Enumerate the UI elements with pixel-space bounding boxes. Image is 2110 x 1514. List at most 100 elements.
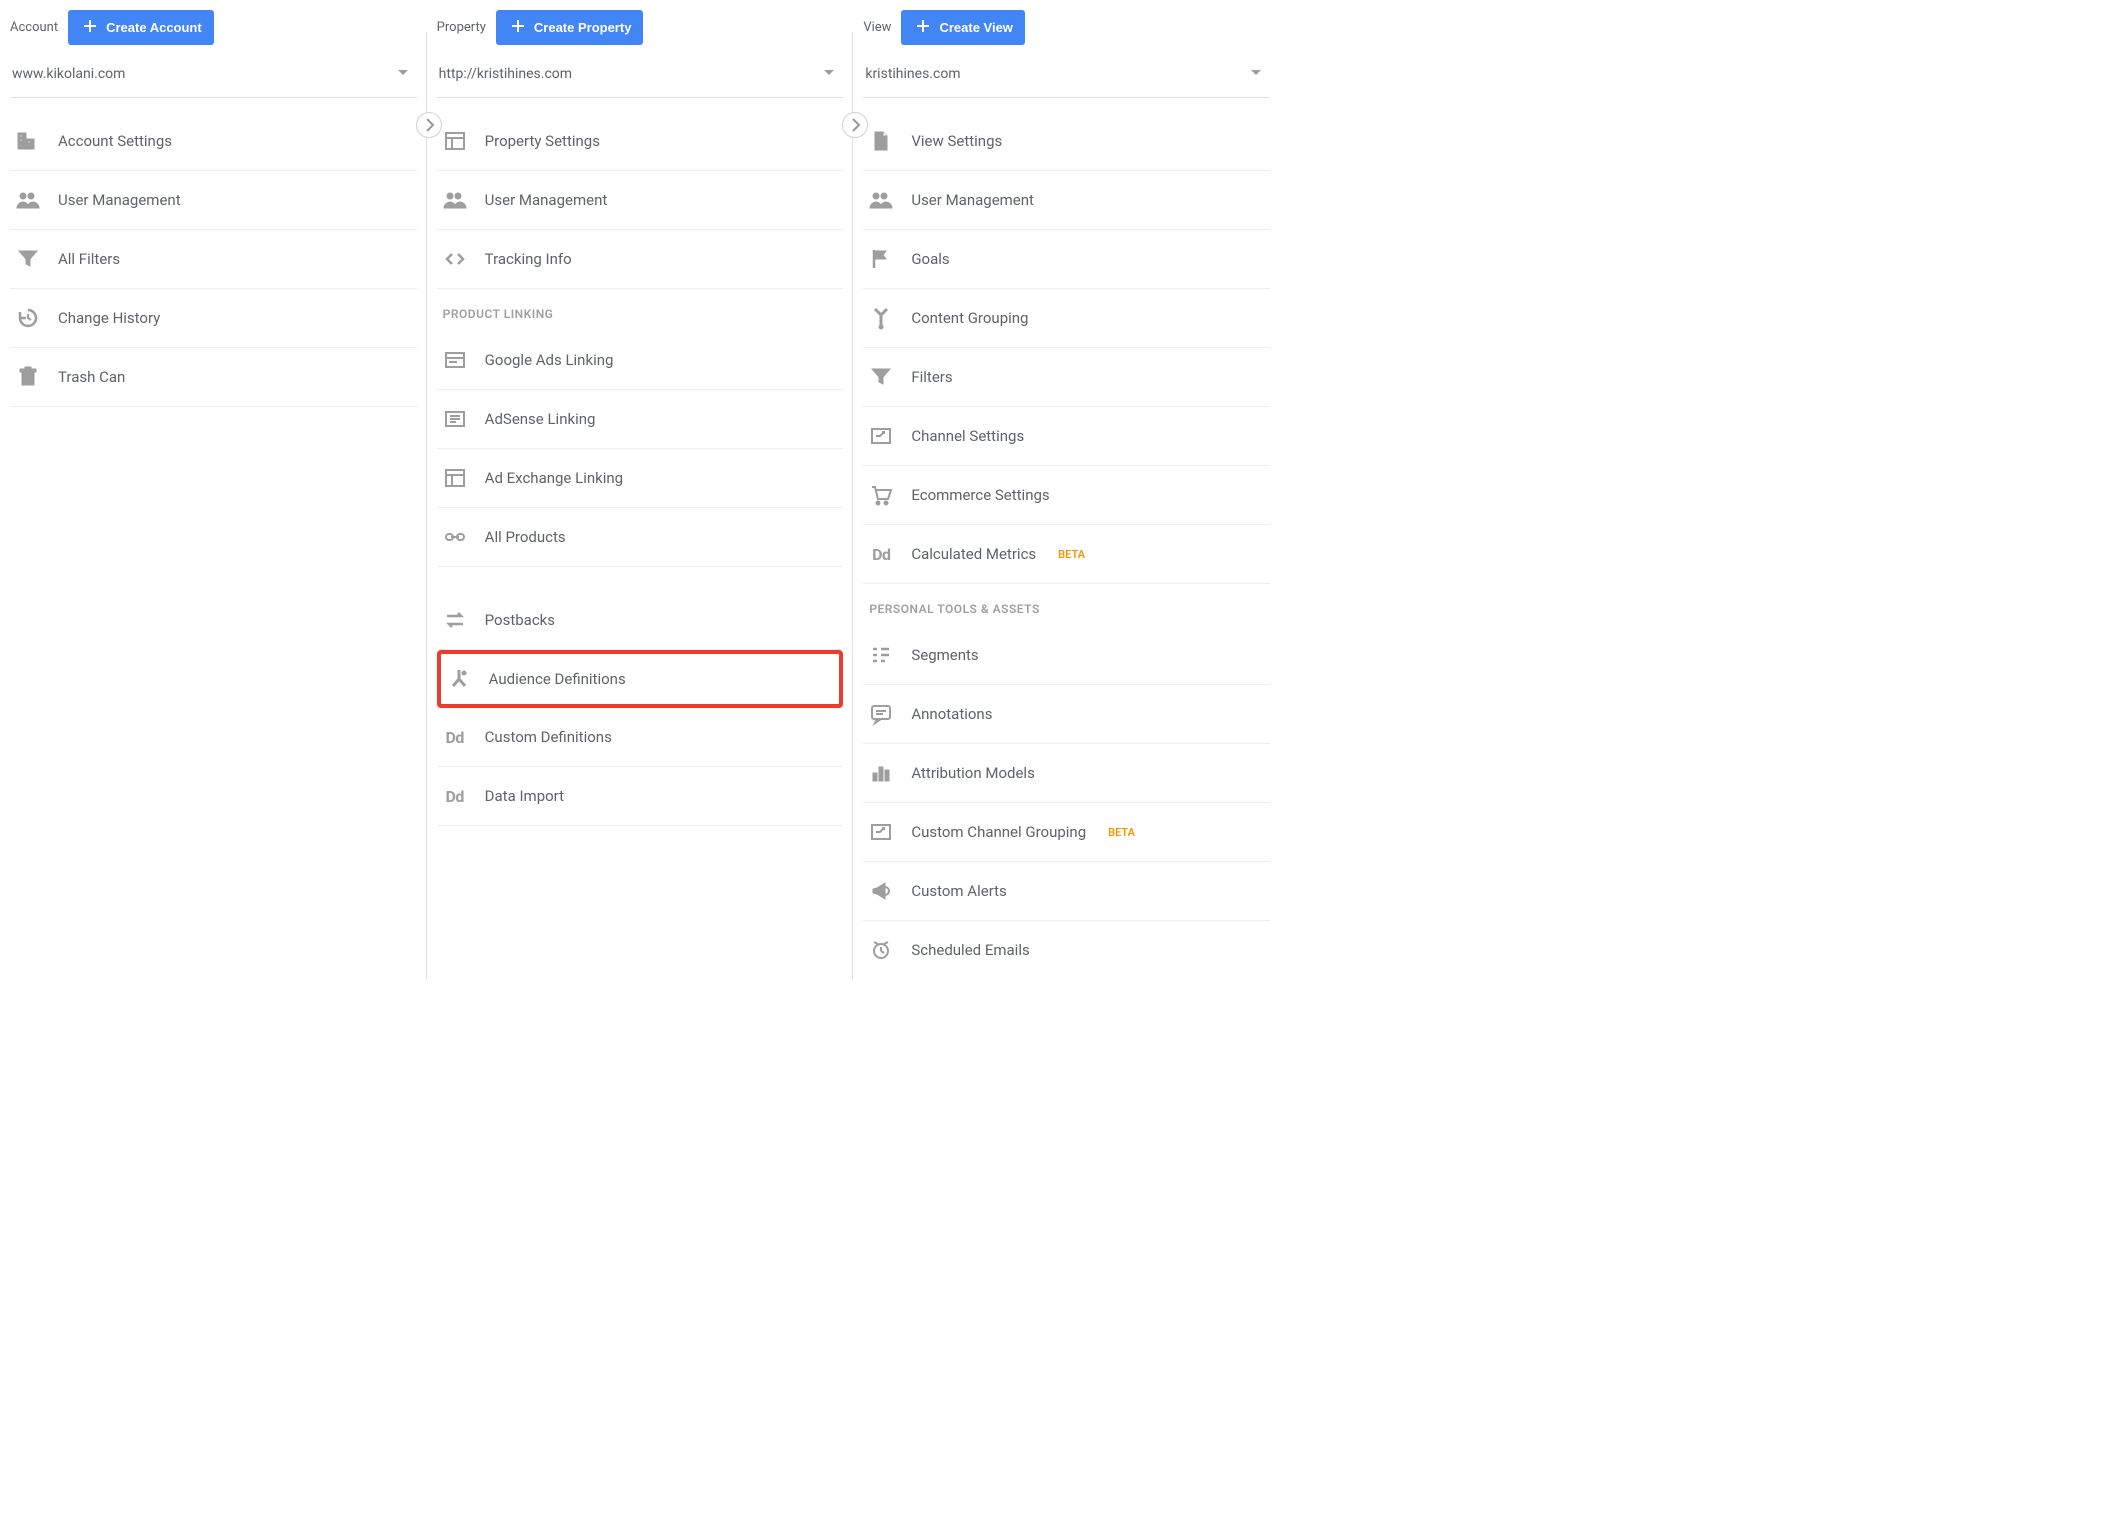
view-selector[interactable]: kristihines.com — [863, 51, 1270, 98]
create-property-label: Create Property — [534, 20, 632, 35]
plus-icon — [80, 16, 100, 39]
menu-item-label: User Management — [485, 191, 608, 209]
menu-item-label: Tracking Info — [485, 250, 572, 268]
menu-item-custom-channel-grouping[interactable]: Custom Channel Grouping BETA — [863, 803, 1270, 862]
merge-icon — [869, 307, 893, 329]
segments-icon — [869, 644, 893, 666]
product-linking-menu: Google Ads Linking AdSense Linking Ad Exch… — [437, 331, 844, 567]
menu-item-label: All Filters — [58, 250, 120, 268]
menu-item-filters[interactable]: Filters — [863, 348, 1270, 407]
property-selector[interactable]: http://kristihines.com — [437, 51, 844, 98]
menu-item-custom-definitions[interactable]: DdCustom Definitions — [437, 708, 844, 767]
people-icon — [869, 189, 893, 211]
account-selected: www.kikolani.com — [12, 66, 125, 82]
menu-item-scheduled-emails[interactable]: Scheduled Emails — [863, 921, 1270, 979]
menu-item-property-user-management[interactable]: User Management — [437, 171, 844, 230]
create-property-button[interactable]: Create Property — [496, 10, 644, 45]
menu-item-all-filters[interactable]: All Filters — [10, 230, 417, 289]
funnel-icon — [16, 248, 40, 270]
megaphone-icon — [869, 880, 893, 902]
menu-item-annotations[interactable]: Annotations — [863, 685, 1270, 744]
menu-item-label: Custom Channel Grouping — [911, 823, 1086, 841]
account-selector[interactable]: www.kikolani.com — [10, 51, 417, 98]
layout-icon — [443, 130, 467, 152]
link-icon — [443, 526, 467, 548]
caret-down-icon — [819, 62, 839, 86]
channel-icon — [869, 821, 893, 843]
clock-icon — [869, 939, 893, 961]
menu-item-label: Scheduled Emails — [911, 941, 1029, 959]
create-account-label: Create Account — [106, 20, 202, 35]
menu-item-ecommerce-settings[interactable]: Ecommerce Settings — [863, 466, 1270, 525]
menu-item-property-settings[interactable]: Property Settings — [437, 112, 844, 171]
menu-item-tracking-info[interactable]: Tracking Info — [437, 230, 844, 289]
menu-item-label: Postbacks — [485, 611, 555, 629]
menu-item-change-history[interactable]: Change History — [10, 289, 417, 348]
menu-item-label: Channel Settings — [911, 427, 1024, 445]
create-view-button[interactable]: Create View — [901, 10, 1024, 45]
history-icon — [16, 307, 40, 329]
menu-item-ad-exchange-linking[interactable]: Ad Exchange Linking — [437, 449, 844, 508]
menu-item-attribution-models[interactable]: Attribution Models — [863, 744, 1270, 803]
menu-item-adsense-linking[interactable]: AdSense Linking — [437, 390, 844, 449]
account-menu: Account Settings User Management All Filte… — [10, 98, 417, 407]
layout-icon — [443, 467, 467, 489]
menu-item-label: User Management — [58, 191, 181, 209]
menu-item-google-ads-linking[interactable]: Google Ads Linking — [437, 331, 844, 390]
menu-item-account-user-management[interactable]: User Management — [10, 171, 417, 230]
product-linking-header: PRODUCT LINKING — [437, 289, 844, 331]
view-title: View — [863, 20, 891, 35]
dd-icon: Dd — [869, 543, 893, 565]
menu-item-label: All Products — [485, 528, 566, 546]
menu-item-label: Change History — [58, 309, 160, 327]
menu-item-label: Ad Exchange Linking — [485, 469, 623, 487]
people-icon — [443, 189, 467, 211]
menu-item-label: Filters — [911, 368, 952, 386]
plus-icon — [508, 16, 528, 39]
ads-icon — [443, 349, 467, 371]
dd-icon: Dd — [443, 785, 467, 807]
menu-item-view-user-management[interactable]: User Management — [863, 171, 1270, 230]
menu-item-custom-alerts[interactable]: Custom Alerts — [863, 862, 1270, 921]
menu-item-segments[interactable]: Segments — [863, 626, 1270, 685]
menu-item-label: Annotations — [911, 705, 992, 723]
split-icon — [447, 668, 471, 690]
property-column: Property Create Property http://kristihi… — [427, 0, 854, 979]
channel-icon — [869, 425, 893, 447]
menu-item-label: Goals — [911, 250, 949, 268]
menu-item-calculated-metrics[interactable]: DdCalculated MetricsBETA — [863, 525, 1270, 584]
menu-item-label: Property Settings — [485, 132, 600, 150]
menu-item-audience-definitions[interactable]: Audience Definitions — [437, 650, 844, 708]
menu-item-label: Content Grouping — [911, 309, 1028, 327]
plus-icon — [913, 16, 933, 39]
menu-item-label: Attribution Models — [911, 764, 1034, 782]
menu-item-postbacks[interactable]: Postbacks — [437, 591, 844, 650]
menu-item-data-import[interactable]: DdData Import — [437, 767, 844, 826]
trash-icon — [16, 366, 40, 388]
menu-item-label: Google Ads Linking — [485, 351, 614, 369]
account-column: Account Create Account www.kikolani.com … — [0, 0, 427, 979]
menu-item-channel-settings[interactable]: Channel Settings — [863, 407, 1270, 466]
menu-item-trash-can[interactable]: Trash Can — [10, 348, 417, 407]
swap-icon — [443, 609, 467, 631]
cart-icon — [869, 484, 893, 506]
menu-item-goals[interactable]: Goals — [863, 230, 1270, 289]
flag-icon — [869, 248, 893, 270]
menu-item-content-grouping[interactable]: Content Grouping — [863, 289, 1270, 348]
account-title: Account — [10, 20, 58, 35]
menu-item-label: Trash Can — [58, 368, 125, 386]
menu-item-label: AdSense Linking — [485, 410, 596, 428]
building-icon — [16, 130, 40, 152]
menu-item-view-settings[interactable]: View Settings — [863, 112, 1270, 171]
todo-icon — [443, 408, 467, 430]
menu-item-all-products[interactable]: All Products — [437, 508, 844, 567]
beta-badge: BETA — [1108, 826, 1135, 839]
view-menu: View SettingsUser Management Goals Content… — [863, 98, 1270, 584]
create-account-button[interactable]: Create Account — [68, 10, 214, 45]
caret-down-icon — [1246, 62, 1266, 86]
people-icon — [16, 189, 40, 211]
personal-tools-menu: Segments Annotations Attribution Models Cus… — [863, 626, 1270, 979]
menu-item-account-settings[interactable]: Account Settings — [10, 112, 417, 171]
funnel-icon — [869, 366, 893, 388]
property-menu: Property Settings User Management Tracking… — [437, 98, 844, 289]
